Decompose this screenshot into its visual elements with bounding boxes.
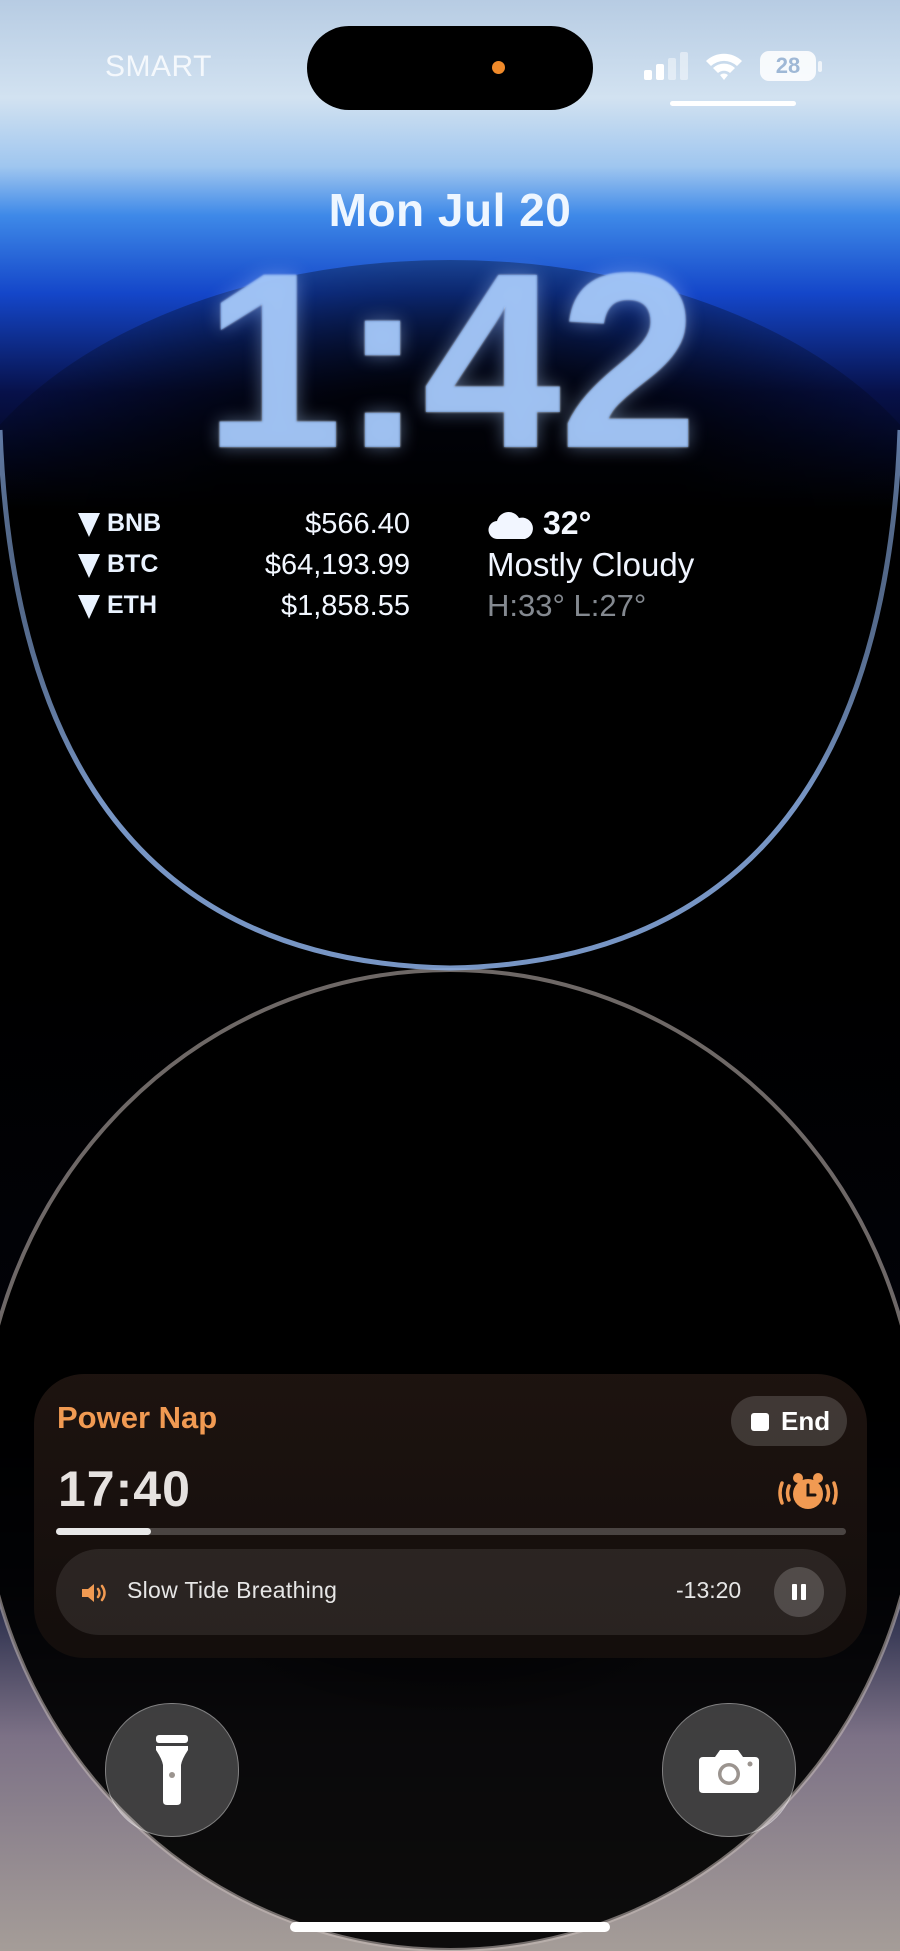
- home-indicator[interactable]: [290, 1922, 610, 1932]
- crypto-price: $64,193.99: [264, 549, 410, 581]
- flashlight-button[interactable]: [105, 1703, 239, 1837]
- weather-condition: Mostly Cloudy: [487, 546, 695, 583]
- crypto-widget[interactable]: BNB $566.40 BTC $64,193.99 ETH $1,858.55: [76, 505, 416, 628]
- end-button[interactable]: End: [731, 1396, 847, 1446]
- end-button-label: End: [781, 1406, 831, 1436]
- progress-fill: [56, 1528, 151, 1535]
- down-triangle-icon: [78, 595, 100, 619]
- flashlight-icon: [156, 1735, 188, 1805]
- activity-title: Power Nap: [57, 1400, 218, 1435]
- battery-icon: 28: [760, 51, 816, 81]
- crypto-symbol: BNB: [107, 509, 162, 537]
- pause-icon: [792, 1584, 797, 1600]
- crypto-row: BTC $64,193.99: [76, 546, 416, 587]
- weather-temperature: 32°: [543, 505, 592, 541]
- alarm-clock-icon: [778, 1473, 838, 1509]
- crypto-row: ETH $1,858.55: [76, 587, 416, 628]
- crypto-symbol: ETH: [107, 591, 157, 619]
- carrier-label: SMART: [105, 50, 212, 83]
- crypto-row: BNB $566.40: [76, 505, 416, 546]
- status-icons: 28: [644, 48, 824, 88]
- signal-icon: [644, 52, 688, 80]
- wifi-icon: [706, 53, 742, 80]
- time-remaining: -13:20: [676, 1577, 742, 1603]
- progress-bar: [56, 1528, 846, 1535]
- speaker-icon: [82, 1584, 106, 1602]
- down-triangle-icon: [78, 554, 100, 578]
- dynamic-island[interactable]: [307, 26, 593, 110]
- camera-icon: [699, 1750, 759, 1793]
- track-name: Slow Tide Breathing: [127, 1577, 338, 1603]
- pause-button[interactable]: [774, 1567, 824, 1617]
- pause-icon: [801, 1584, 806, 1600]
- status-underline: [670, 101, 796, 106]
- cloud-icon: [488, 512, 533, 540]
- weather-high-low: H:33° L:27°: [487, 588, 647, 623]
- crypto-symbol: BTC: [107, 550, 159, 578]
- activity-timer: 17:40: [58, 1461, 191, 1517]
- lock-clock: 1:42: [203, 221, 698, 500]
- battery-cap: [818, 61, 822, 72]
- stop-icon: [751, 1413, 769, 1431]
- privacy-indicator-dot: [492, 61, 505, 74]
- live-activity-card[interactable]: Power Nap End 17:40 Slow Tide Breathing …: [34, 1374, 867, 1658]
- crypto-price: $1,858.55: [280, 590, 410, 622]
- audio-player[interactable]: Slow Tide Breathing -13:20: [56, 1549, 846, 1635]
- camera-button[interactable]: [662, 1703, 796, 1837]
- crypto-price: $566.40: [305, 508, 410, 540]
- down-triangle-icon: [78, 513, 100, 537]
